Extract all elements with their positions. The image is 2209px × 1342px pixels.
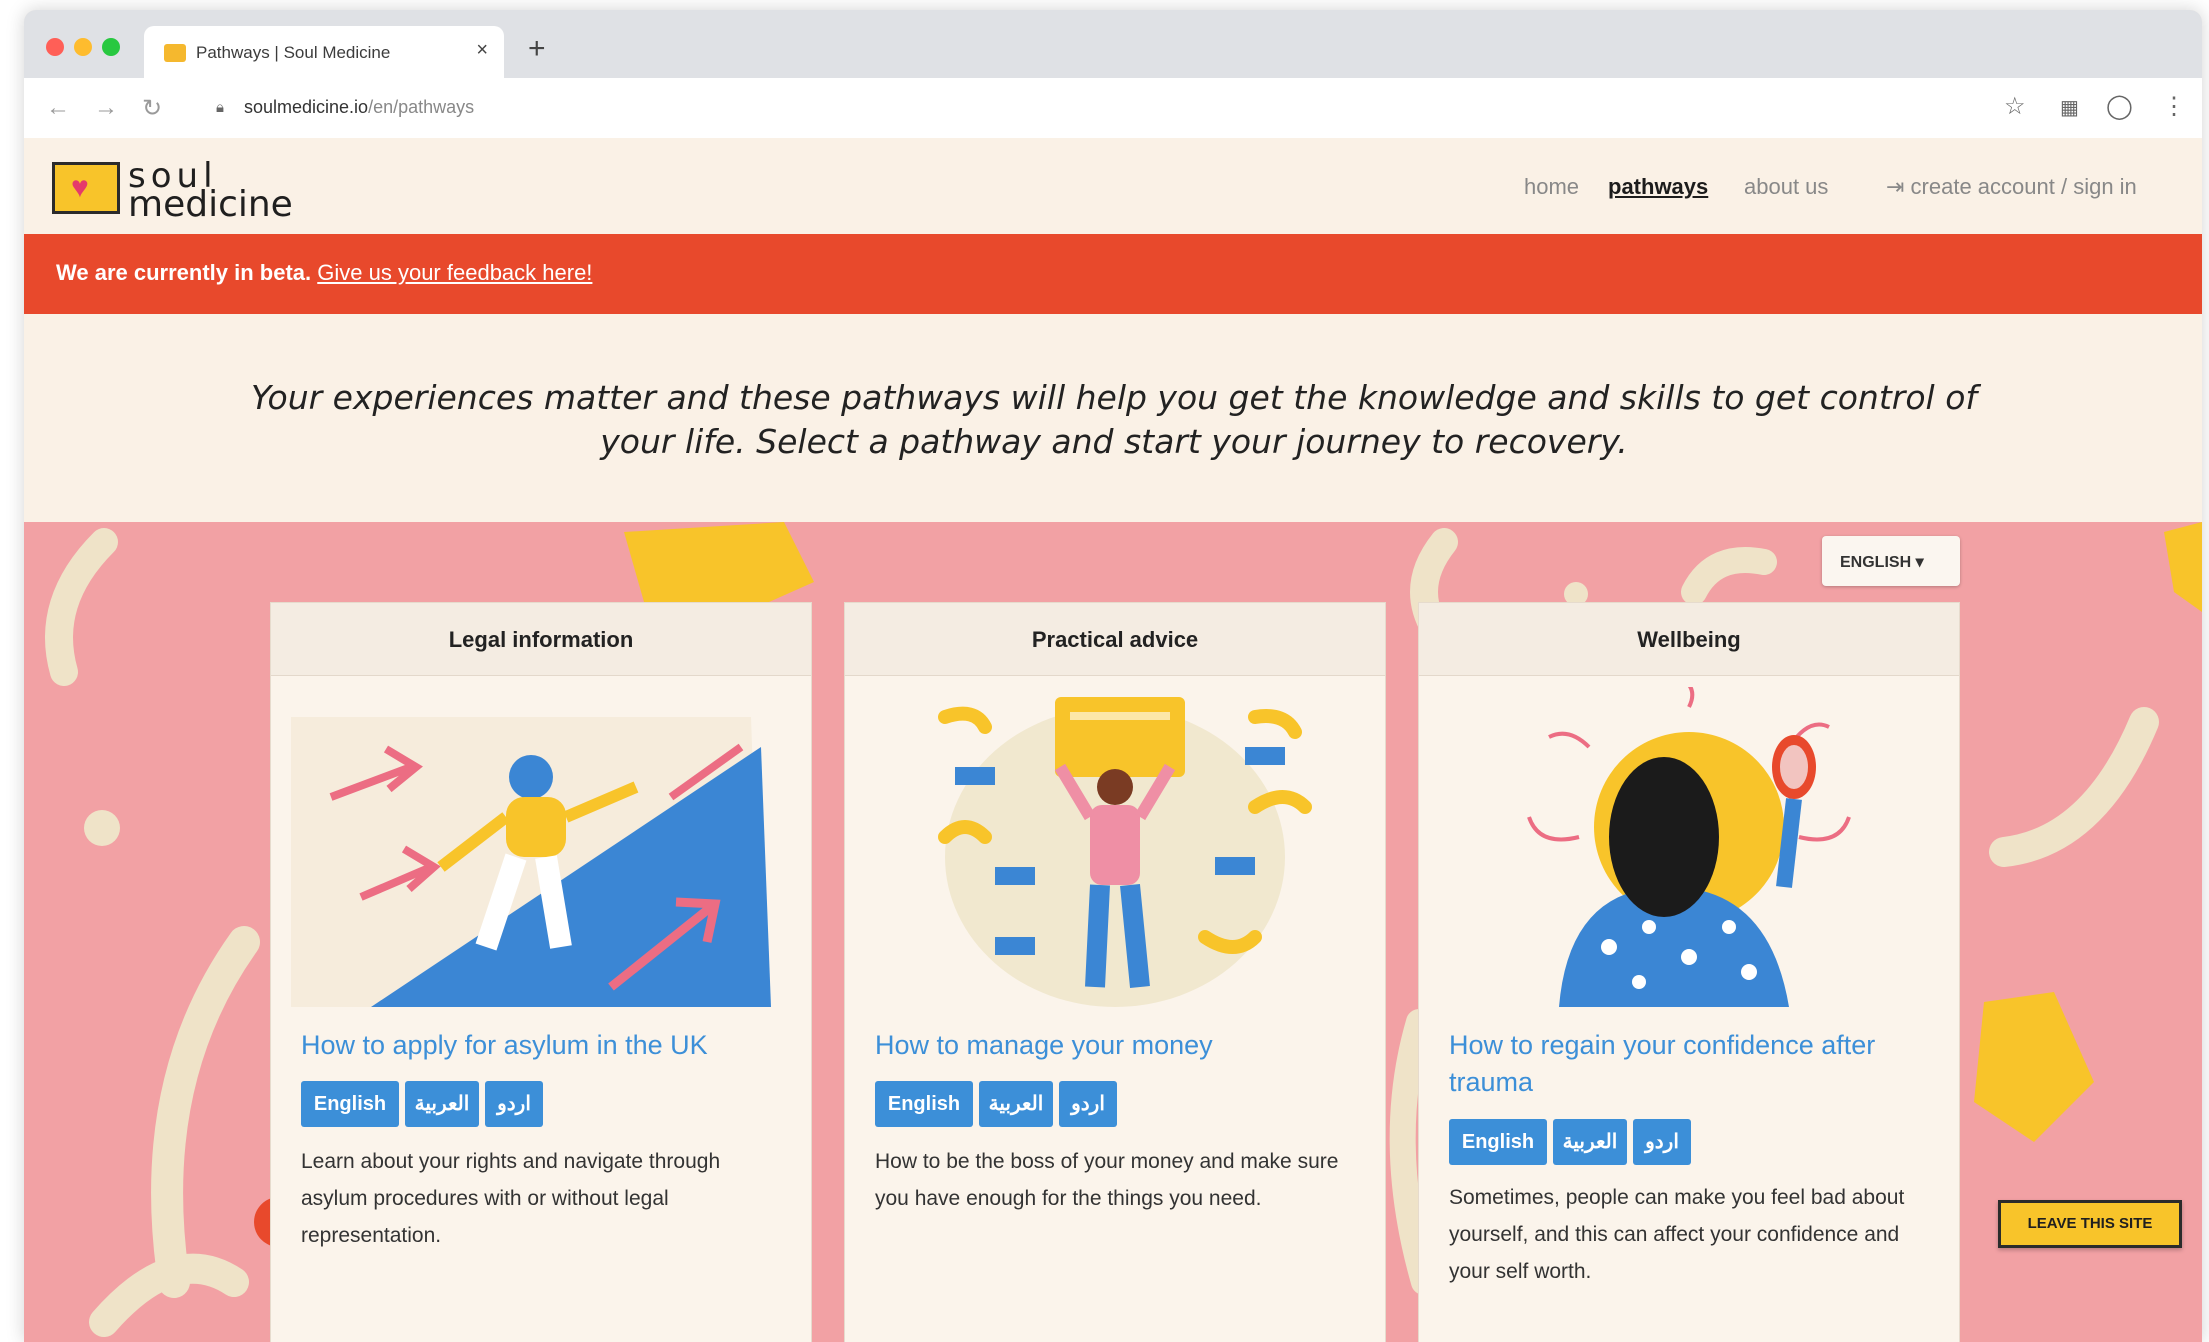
pathway-title-link[interactable]: How to apply for asylum in the UK [301, 1027, 791, 1064]
pathway-description: How to be the boss of your money and mak… [875, 1150, 1339, 1210]
lang-english-button[interactable]: English [301, 1081, 399, 1127]
star-icon[interactable]: ☆ [2004, 92, 2026, 121]
heart-icon: ♥ [71, 171, 89, 204]
money-illustration [938, 697, 1312, 1007]
lang-urdu-button[interactable]: اردو [1059, 1081, 1117, 1127]
site-header: ♥ soul medicine home pathways about us ⇥… [24, 138, 2202, 234]
logo[interactable]: ♥ [52, 162, 120, 214]
card-category: Wellbeing [1637, 627, 1741, 652]
lang-arabic-button[interactable]: العربية [1553, 1119, 1627, 1165]
pathway-card-legal[interactable]: Legal information How to apply for asylu… [270, 602, 812, 1342]
pathway-title-link[interactable]: How to manage your money [875, 1027, 1365, 1064]
language-dropdown-value: ENGLISH [1840, 554, 1912, 571]
language-dropdown[interactable]: ENGLISH ▾ [1822, 536, 1960, 586]
beta-text: We are currently in beta. Give us your f… [56, 260, 592, 286]
beta-banner: We are currently in beta. Give us your f… [24, 234, 2202, 314]
beta-message: We are currently in beta. [56, 260, 312, 285]
lang-arabic-button[interactable]: العربية [405, 1081, 479, 1127]
url-path: /en/pathways [368, 97, 475, 117]
logo-text-medicine: medicine [128, 184, 293, 225]
intro-text: Your experiences matter and these pathwa… [250, 378, 1978, 461]
address-bar[interactable]: 🔒︎ soulmedicine.io/en/pathways [204, 88, 2064, 128]
lang-english-button[interactable]: English [875, 1081, 973, 1127]
pathway-card-wellbeing[interactable]: Wellbeing How to regain your confidence … [1418, 602, 1960, 1342]
pathway-description: Sometimes, people can make you feel bad … [1449, 1186, 1905, 1283]
close-window-button[interactable] [46, 38, 64, 56]
nav-home-link[interactable]: home [1524, 174, 1579, 200]
intro-section: Your experiences matter and these pathwa… [24, 314, 2202, 522]
browser-window: Pathways | Soul Medicine × + ← → ↻ 🔒︎ so… [24, 10, 2202, 1342]
nav-account-link[interactable]: ⇥ create account / sign in [1886, 174, 2137, 200]
card-header: Practical advice [845, 603, 1385, 676]
favicon-icon [164, 44, 186, 62]
minimize-window-button[interactable] [74, 38, 92, 56]
browser-tab[interactable]: Pathways | Soul Medicine × [144, 26, 504, 78]
url-host: soulmedicine.io [244, 97, 369, 117]
tab-bar: Pathways | Soul Medicine × + [24, 10, 2202, 78]
url-text: soulmedicine.io/en/pathways [244, 97, 474, 118]
nav-account-label: create account / sign in [1910, 174, 2137, 199]
maximize-window-button[interactable] [102, 38, 120, 56]
pathways-section: ENGLISH ▾ Legal information How to apply… [24, 522, 2202, 1342]
caret-down-icon: ▾ [1915, 554, 1924, 571]
reload-icon[interactable]: ↻ [142, 94, 162, 123]
wellbeing-illustration [1527, 687, 1851, 1007]
profile-icon[interactable]: ◯ [2106, 92, 2133, 121]
lock-icon: 🔒︎ [216, 99, 224, 116]
tab-close-icon[interactable]: × [476, 39, 488, 62]
lang-urdu-button[interactable]: اردو [1633, 1119, 1691, 1165]
pathway-card-practical[interactable]: Practical advice How to manage your mone… [844, 602, 1386, 1342]
back-icon[interactable]: ← [46, 94, 70, 122]
menu-icon[interactable]: ⋮ [2162, 92, 2186, 121]
feedback-link[interactable]: Give us your feedback here! [317, 260, 592, 285]
card-header: Legal information [271, 603, 811, 676]
card-category: Practical advice [1031, 627, 1199, 652]
sign-in-icon: ⇥ [1886, 174, 1911, 199]
language-dropdown-label: ENGLISH ▾ [1840, 552, 1924, 572]
lang-english-button[interactable]: English [1449, 1119, 1547, 1165]
lang-urdu-button[interactable]: اردو [485, 1081, 543, 1127]
pathway-title-link[interactable]: How to regain your confidence after trau… [1449, 1027, 1939, 1101]
card-header: Wellbeing [1419, 603, 1959, 676]
nav-about-link[interactable]: about us [1744, 174, 1828, 200]
card-category: Legal information [448, 627, 634, 652]
new-tab-button[interactable]: + [528, 32, 546, 66]
lang-arabic-button[interactable]: العربية [979, 1081, 1053, 1127]
tab-title: Pathways | Soul Medicine [196, 43, 391, 62]
legal-illustration [291, 717, 771, 1007]
forward-icon[interactable]: → [94, 94, 118, 122]
extension-icon[interactable]: ▦ [2060, 95, 2079, 120]
leave-site-button[interactable]: LEAVE THIS SITE [1998, 1200, 2182, 1248]
nav-pathways-link[interactable]: pathways [1608, 174, 1708, 200]
browser-toolbar: ← → ↻ 🔒︎ soulmedicine.io/en/pathways ☆ ▦… [24, 78, 2202, 139]
pathway-description: Learn about your rights and navigate thr… [301, 1150, 721, 1247]
